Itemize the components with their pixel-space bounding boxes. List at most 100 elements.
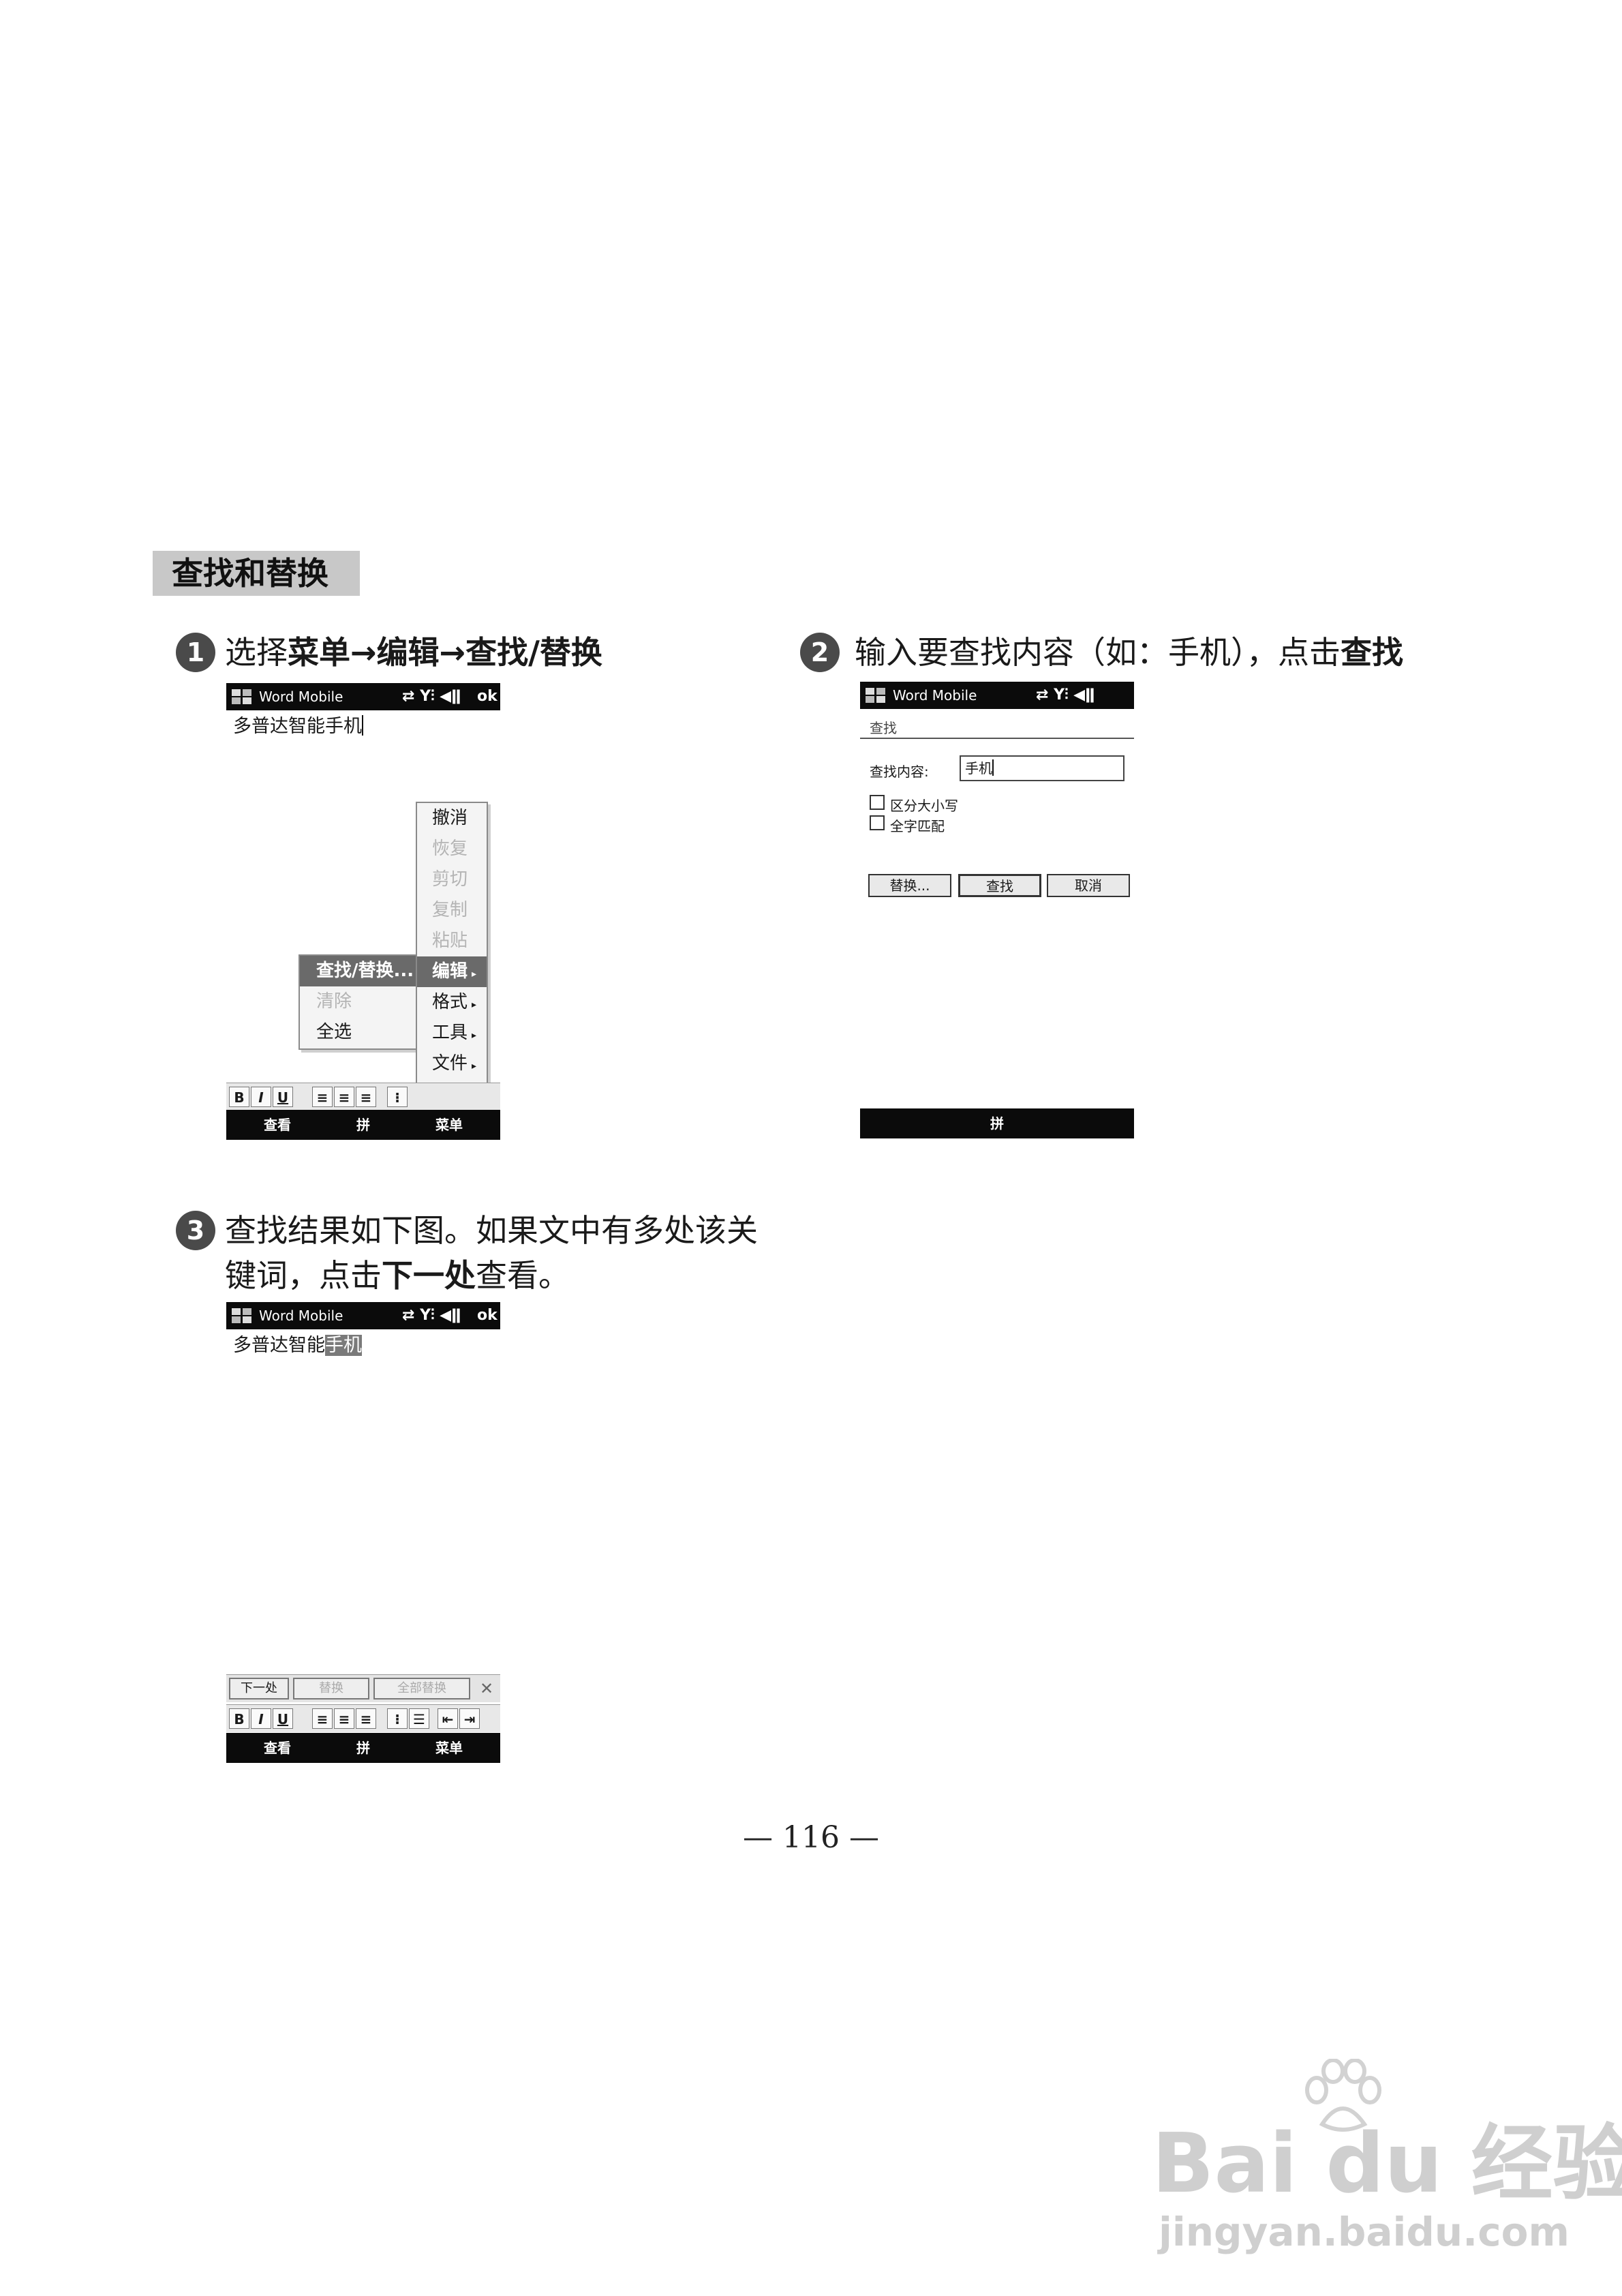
chevron-right-icon: ▸	[472, 969, 477, 980]
windows-logo-icon[interactable]	[230, 687, 254, 706]
edit-submenu: 查找/替换... 清除 全选	[299, 954, 435, 1050]
softkey-pinyin[interactable]: 拼	[326, 1733, 401, 1763]
softkey-view[interactable]: 查看	[240, 1110, 315, 1140]
bold-button[interactable]: B	[229, 1087, 249, 1107]
step-1-text-bold: 菜单→编辑→查找/替换	[288, 634, 602, 671]
underline-button[interactable]: U	[273, 1708, 293, 1729]
document-text: 多普达智能手机	[233, 716, 362, 737]
softkey-pinyin[interactable]: 拼	[326, 1110, 401, 1140]
step-3-number: 3	[176, 1211, 215, 1250]
document-text-prefix: 多普达智能	[233, 1335, 325, 1356]
format-toolbar: B I U ≡ ≡ ≡ ⁝ ☰ ⇤ ⇥	[226, 1704, 500, 1732]
baidu-watermark: Bai du 经验 jingyan.baidu.com	[1152, 2059, 1622, 2256]
menu-item-cut[interactable]: 剪切	[417, 864, 487, 895]
align-left-icon[interactable]: ≡	[312, 1708, 333, 1729]
underline-button[interactable]: U	[273, 1087, 293, 1107]
find-input-value: 手机	[965, 760, 992, 776]
menu-item-edit[interactable]: 编辑 ▸	[417, 956, 487, 987]
windows-logo-icon[interactable]	[864, 686, 887, 705]
document-text-line[interactable]: 多普达智能手机	[233, 1332, 362, 1359]
step-3-line-2: 键词，点击下一处查看。	[225, 1253, 570, 1298]
app-title: Word Mobile	[259, 1308, 343, 1324]
phone-screenshot-1: Word Mobile ⇄ Y⫶ ◀ǁ ok 多普达智能手机 查找/替换... …	[226, 683, 500, 1140]
step-2-number: 2	[800, 633, 840, 672]
menu-item-select-all[interactable]: 全选	[300, 1017, 433, 1048]
italic-button[interactable]: I	[251, 1708, 271, 1729]
softkey-bar: 拼	[860, 1108, 1134, 1138]
step-2-text-bold: 查找	[1341, 634, 1403, 671]
menu-item-tools-label: 工具	[432, 1023, 468, 1043]
softkey-menu[interactable]: 菜单	[412, 1110, 487, 1140]
phone-screenshot-2: Word Mobile ⇄ Y⫶ ◀ǁ 查找 查找内容: 手机 区分大小写 全字…	[860, 682, 1134, 1140]
step-1-number: 1	[176, 633, 215, 672]
align-right-icon[interactable]: ≡	[356, 1087, 376, 1107]
replace-all-button[interactable]: 全部替换	[373, 1678, 470, 1700]
menu-item-redo[interactable]: 恢复	[417, 834, 487, 864]
text-cursor	[362, 715, 363, 736]
find-bar: 下一处 替换 全部替换 ✕	[226, 1674, 500, 1702]
whole-word-checkbox[interactable]	[870, 815, 885, 830]
watermark-url: jingyan.baidu.com	[1159, 2209, 1570, 2255]
title-bar: Word Mobile ⇄ Y⫶ ◀ǁ ok	[226, 683, 500, 710]
indent-icon[interactable]: ⇥	[459, 1708, 480, 1729]
status-icons: ⇄ Y⫶ ◀ǁ	[1036, 686, 1095, 704]
align-center-icon[interactable]: ≡	[334, 1087, 354, 1107]
watermark-brand: Bai du 经验	[1152, 2117, 1622, 2211]
windows-logo-icon[interactable]	[230, 1306, 254, 1325]
bullet-list-icon[interactable]: ☰	[409, 1708, 429, 1729]
status-icons: ⇄ Y⫶ ◀ǁ	[402, 688, 461, 705]
match-case-checkbox[interactable]	[870, 795, 885, 810]
ok-button[interactable]: ok	[477, 1302, 498, 1329]
status-icons: ⇄ Y⫶ ◀ǁ	[402, 1307, 461, 1324]
outdent-icon[interactable]: ⇤	[438, 1708, 458, 1729]
step-3-line-2-b: 查看。	[476, 1257, 570, 1294]
numbered-list-icon[interactable]: ⁝	[387, 1087, 408, 1107]
align-left-icon[interactable]: ≡	[312, 1087, 333, 1107]
align-center-icon[interactable]: ≡	[334, 1708, 354, 1729]
softkey-menu[interactable]: 菜单	[412, 1733, 487, 1763]
text-cursor	[992, 759, 994, 776]
next-match-button[interactable]: 下一处	[229, 1678, 289, 1700]
menu-item-format[interactable]: 格式 ▸	[417, 987, 487, 1018]
numbered-list-icon[interactable]: ⁝	[387, 1708, 408, 1729]
step-3-line-1: 查找结果如下图。如果文中有多处该关	[225, 1212, 758, 1249]
step-1-text-plain: 选择	[225, 634, 288, 671]
step-2-text-plain: 输入要查找内容（如：手机），点击	[855, 634, 1341, 671]
menu-item-file-label: 文件	[432, 1053, 468, 1074]
find-input[interactable]: 手机	[960, 755, 1124, 781]
title-bar: Word Mobile ⇄ Y⫶ ◀ǁ ok	[226, 1302, 500, 1329]
softkey-bar: 查看 拼 菜单	[226, 1110, 500, 1140]
chevron-right-icon: ▸	[472, 999, 477, 1010]
align-right-icon[interactable]: ≡	[356, 1708, 376, 1729]
cancel-button[interactable]: 取消	[1047, 874, 1130, 897]
menu-item-paste[interactable]: 粘贴	[417, 926, 487, 956]
main-menu: 撤消 恢复 剪切 复制 粘贴 编辑▸ 格式▸ 工具▸ 文件▸ 关于	[416, 802, 488, 1115]
replace-button[interactable]: 替换	[293, 1678, 369, 1700]
replace-button[interactable]: 替换...	[868, 874, 951, 897]
menu-item-find-replace[interactable]: 查找/替换...	[300, 956, 433, 986]
bold-button[interactable]: B	[229, 1708, 249, 1729]
menu-item-tools[interactable]: 工具 ▸	[417, 1018, 487, 1048]
step-3-line-2-bold: 下一处	[382, 1257, 476, 1294]
step-3-line-2-a: 键词，点击	[225, 1257, 382, 1294]
whole-word-label: 全字匹配	[890, 818, 945, 834]
menu-item-copy[interactable]: 复制	[417, 895, 487, 926]
menu-item-clear[interactable]: 清除	[300, 986, 433, 1017]
close-icon[interactable]: ✕	[477, 1678, 496, 1700]
menu-item-edit-label: 编辑	[432, 961, 468, 982]
find-button[interactable]: 查找	[958, 874, 1041, 897]
highlighted-match: 手机	[325, 1335, 362, 1356]
phone-screenshot-3: Word Mobile ⇄ Y⫶ ◀ǁ ok 多普达智能手机 下一处 替换 全部…	[226, 1302, 500, 1763]
document-text-line[interactable]: 多普达智能手机	[233, 713, 363, 740]
chevron-right-icon: ▸	[472, 1030, 477, 1041]
italic-button[interactable]: I	[251, 1087, 271, 1107]
menu-item-file[interactable]: 文件 ▸	[417, 1048, 487, 1079]
step-2-text: 输入要查找内容（如：手机），点击查找	[855, 630, 1403, 675]
ok-button[interactable]: ok	[477, 683, 498, 710]
match-case-label: 区分大小写	[890, 798, 958, 814]
softkey-pinyin[interactable]: 拼	[960, 1108, 1035, 1138]
menu-item-undo[interactable]: 撤消	[417, 803, 487, 834]
app-title: Word Mobile	[893, 687, 977, 704]
step-1-text: 选择菜单→编辑→查找/替换	[225, 630, 602, 675]
softkey-view[interactable]: 查看	[240, 1733, 315, 1763]
